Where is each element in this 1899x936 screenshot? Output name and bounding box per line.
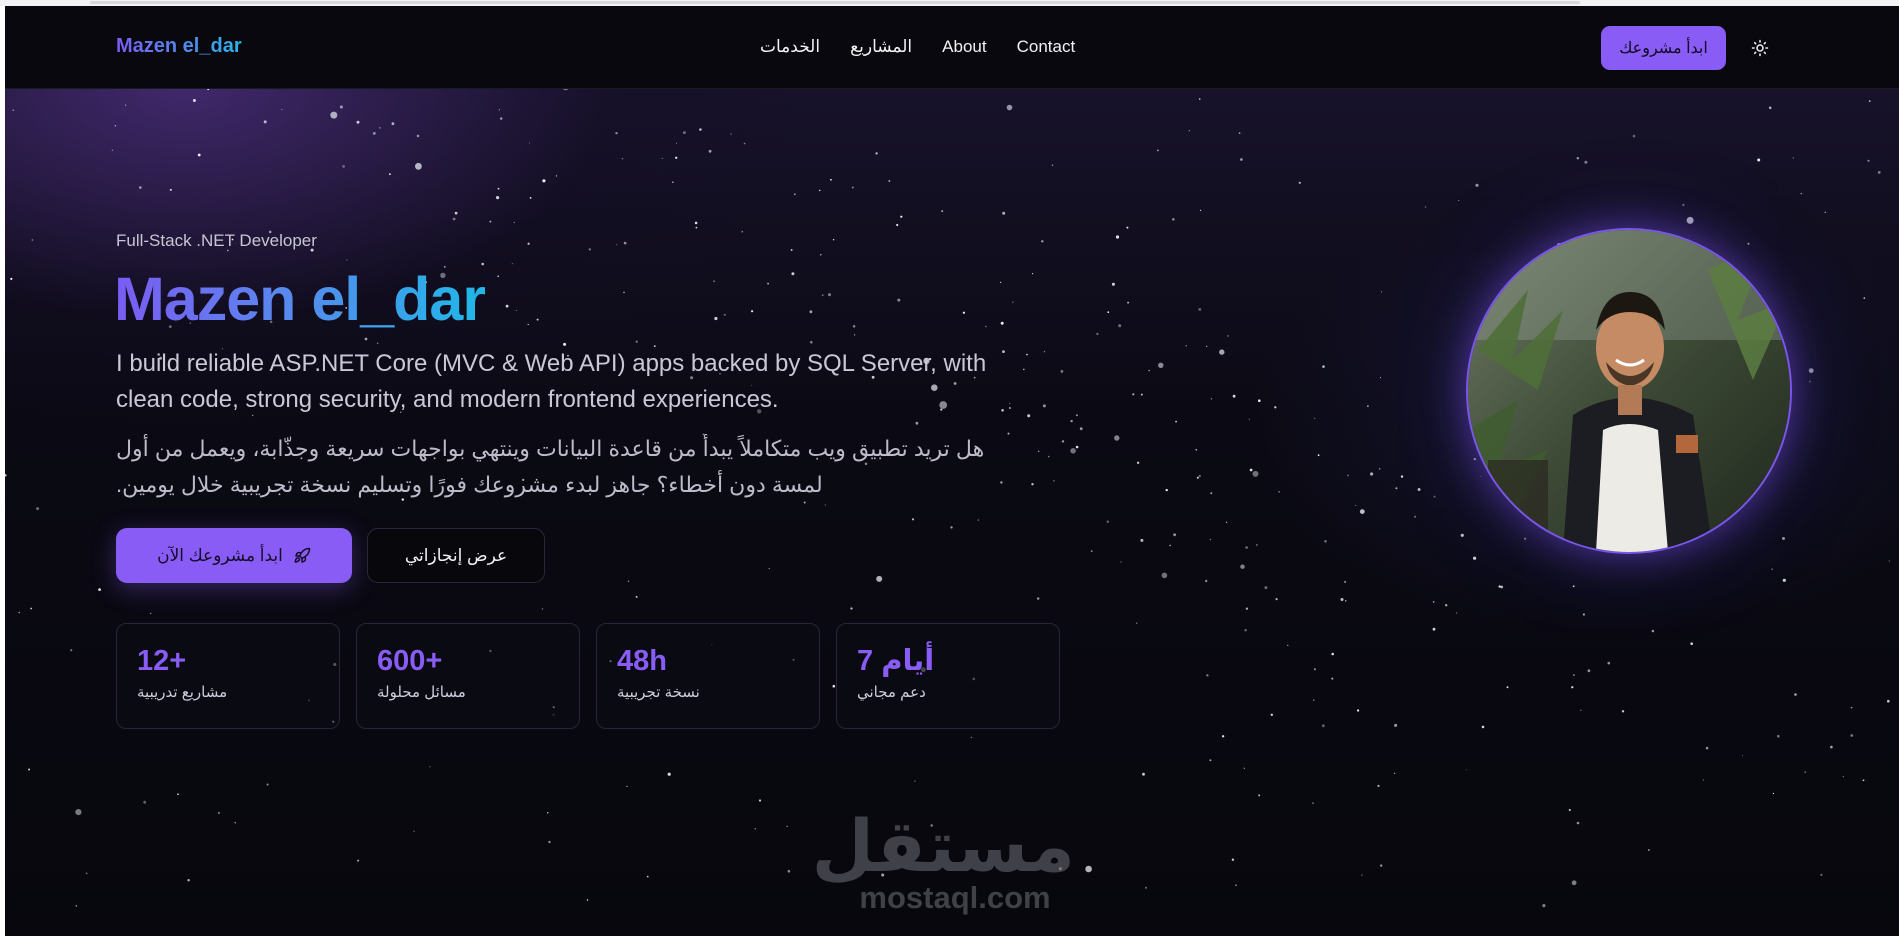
start-project-now-button[interactable]: ابدأ مشروعك الآن: [116, 528, 352, 583]
top-scrollbar-thumb[interactable]: [90, 1, 1580, 4]
page: Mazen el_dar الخدمات المشاريع About Cont…: [5, 6, 1899, 936]
stat-label: نسخة تجريبية: [617, 684, 700, 701]
nav-links: الخدمات المشاريع About Contact: [760, 37, 1075, 57]
start-project-now-label: ابدأ مشروعك الآن: [157, 545, 283, 565]
stat-value: 48h: [617, 645, 667, 677]
stat-card: 48h نسخة تجريبية: [596, 623, 820, 729]
hero-description-ar-line2: لمسة دون أخطاء؟ جاهز لبدء مشروعك فورًا و…: [116, 472, 823, 497]
profile-photo: [1466, 228, 1792, 554]
rocket-icon: [294, 547, 311, 563]
stat-card: 600+ مسائل محلولة: [356, 623, 580, 729]
stat-value: 600+: [377, 645, 443, 677]
stat-value: 12+: [137, 645, 187, 677]
nav-link-services[interactable]: الخدمات: [760, 37, 820, 57]
stats-row: 12+ مشاريع تدريبية 600+ مسائل محلولة 48h…: [116, 623, 1060, 729]
hero-subtitle: Full-Stack .NET Developer: [116, 231, 317, 250]
hero-description-en: I build reliable ASP.NET Core (MVC & Web…: [116, 350, 987, 413]
stat-value: 7 أيام: [857, 645, 935, 677]
stat-label: دعم مجاني: [857, 684, 926, 701]
start-project-button[interactable]: ابدأ مشروعك: [1601, 26, 1726, 70]
hero-description-ar-line1: هل تريد تطبيق ويب متكاملاً يبدأ من قاعدة…: [116, 436, 985, 461]
nav-link-contact[interactable]: Contact: [1017, 37, 1076, 57]
theme-toggle-button[interactable]: [1748, 36, 1772, 60]
brand-logo[interactable]: Mazen el_dar: [116, 35, 242, 58]
profile-photo-illustration: [1468, 230, 1790, 552]
stat-card: 12+ مشاريع تدريبية: [116, 623, 340, 729]
navbar: Mazen el_dar الخدمات المشاريع About Cont…: [5, 6, 1899, 89]
stat-label: مشاريع تدريبية: [137, 684, 228, 701]
hero-description-ar: هل تريد تطبيق ويب متكاملاً يبدأ من قاعدة…: [116, 431, 1034, 503]
view-achievements-button[interactable]: عرض إنجازاتي: [367, 528, 545, 583]
nav-link-projects[interactable]: المشاريع: [850, 37, 912, 57]
sun-icon: [1751, 39, 1769, 57]
profile-photo-frame: [1466, 228, 1792, 554]
stat-card: 7 أيام دعم مجاني: [836, 623, 1060, 729]
nav-link-about[interactable]: About: [942, 37, 986, 57]
stat-label: مسائل محلولة: [377, 684, 466, 701]
hero-title: Mazen el_dar: [114, 262, 486, 336]
